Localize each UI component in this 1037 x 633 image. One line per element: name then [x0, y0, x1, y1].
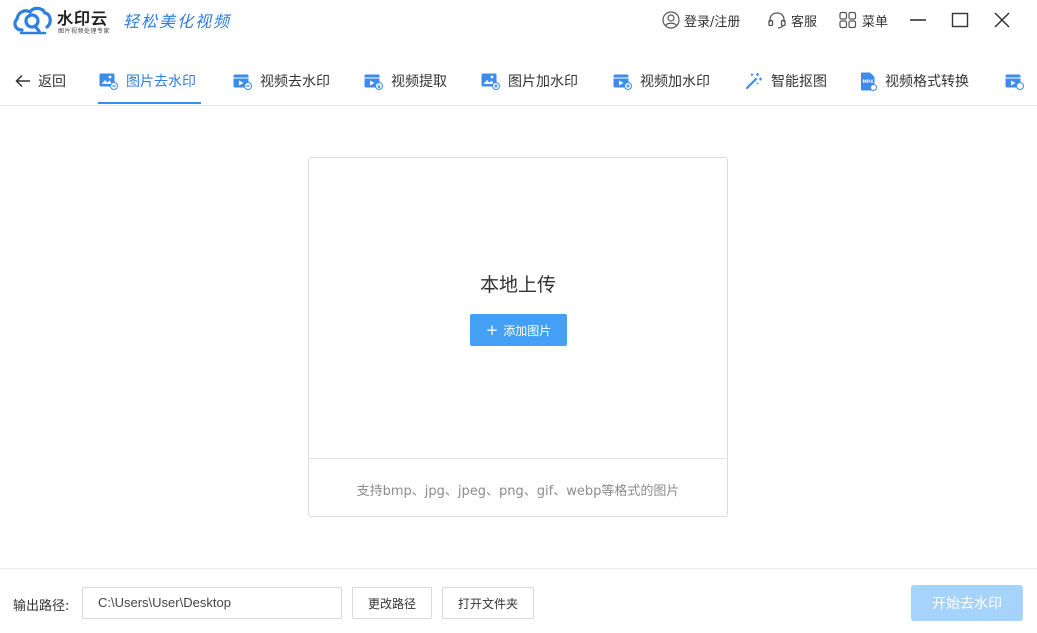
tab-label: 视频格式转换: [885, 74, 969, 90]
nav-bar: 返回 图片去水印 视频去水印 视频提取 图片加水印 视频加水印 智能抠图 MP4…: [0, 56, 1037, 106]
tab-video-extract[interactable]: 视频提取: [364, 56, 447, 106]
change-path-button[interactable]: 更改路径: [352, 587, 432, 619]
tab-image-remove-watermark[interactable]: 图片去水印: [99, 56, 196, 106]
close-icon: [994, 12, 1010, 28]
tab-label: 视频提取: [391, 74, 447, 90]
plus-icon: +: [485, 320, 499, 339]
video-add-watermark-icon: [613, 74, 632, 90]
video-eraser-icon: [233, 74, 252, 90]
tab-video-format-convert[interactable]: MP4 视频格式转换: [860, 56, 969, 106]
menu-label: 菜单: [862, 14, 889, 30]
login-label: 登录/注册: [684, 14, 741, 30]
magic-wand-icon: [745, 73, 762, 90]
mp4-file-icon: MP4: [861, 72, 877, 91]
image-add-watermark-icon: [481, 73, 500, 90]
headset-icon: [768, 12, 786, 29]
close-button[interactable]: [990, 8, 1014, 32]
tab-label: 智能抠图: [771, 74, 827, 90]
output-path-field[interactable]: C:\Users\User\Desktop: [82, 587, 342, 619]
minimize-button[interactable]: [906, 8, 930, 32]
maximize-icon: [951, 12, 969, 28]
upload-title: 本地上传: [479, 274, 556, 296]
active-tab-indicator: [98, 102, 201, 104]
tab-label: 视频加水印: [640, 74, 710, 90]
tab-label: 图片去水印: [126, 74, 196, 90]
slogan: 轻松美化视频: [123, 12, 232, 31]
tab-video-add-watermark[interactable]: 视频加水印: [613, 56, 710, 106]
back-label: 返回: [38, 74, 66, 90]
title-bar: 水印云 图片视频处理专家 轻松美化视频 登录/注册 客服 菜单: [0, 0, 1037, 42]
brand-subtitle: 图片视频处理专家: [58, 28, 111, 35]
tab-image-add-watermark[interactable]: 图片加水印: [481, 56, 578, 106]
tab-video-remove-watermark[interactable]: 视频去水印: [233, 56, 330, 106]
user-icon: [662, 11, 680, 29]
image-eraser-icon: [99, 73, 118, 90]
minimize-icon: [910, 19, 926, 21]
supported-formats-hint: 支持bmp、jpg、jpeg、png、gif、webp等格式的图片: [356, 484, 680, 499]
upload-dropzone[interactable]: 本地上传 + 添加图片 支持bmp、jpg、jpeg、png、gif、webp等…: [308, 157, 728, 517]
maximize-button[interactable]: [948, 8, 972, 32]
tab-label: 图片加水印: [508, 74, 578, 90]
tab-label: 视频去水印: [260, 74, 330, 90]
service-button[interactable]: 客服: [767, 10, 817, 30]
start-remove-watermark-button[interactable]: 开始去水印: [911, 585, 1023, 621]
arrow-left-icon: [15, 74, 30, 88]
service-label: 客服: [791, 14, 818, 30]
tab-more-overflow[interactable]: [1005, 56, 1032, 106]
cloud-logo-icon: [13, 6, 52, 35]
open-folder-button[interactable]: 打开文件夹: [442, 587, 534, 619]
svg-text:MP4: MP4: [863, 79, 874, 85]
upload-divider: [309, 458, 727, 459]
tab-smart-cutout[interactable]: 智能抠图: [745, 56, 827, 106]
add-image-button[interactable]: + 添加图片: [470, 314, 567, 346]
back-button[interactable]: 返回: [14, 56, 66, 106]
add-image-label: 添加图片: [503, 323, 552, 338]
video-extract-icon: [364, 74, 383, 90]
bottom-divider: [0, 568, 1037, 569]
menu-button[interactable]: 菜单: [838, 10, 888, 30]
video-tool-icon: [1005, 74, 1024, 90]
output-path-label: 输出路径:: [13, 599, 70, 614]
login-button[interactable]: 登录/注册: [662, 10, 740, 30]
grid-menu-icon: [839, 11, 857, 29]
